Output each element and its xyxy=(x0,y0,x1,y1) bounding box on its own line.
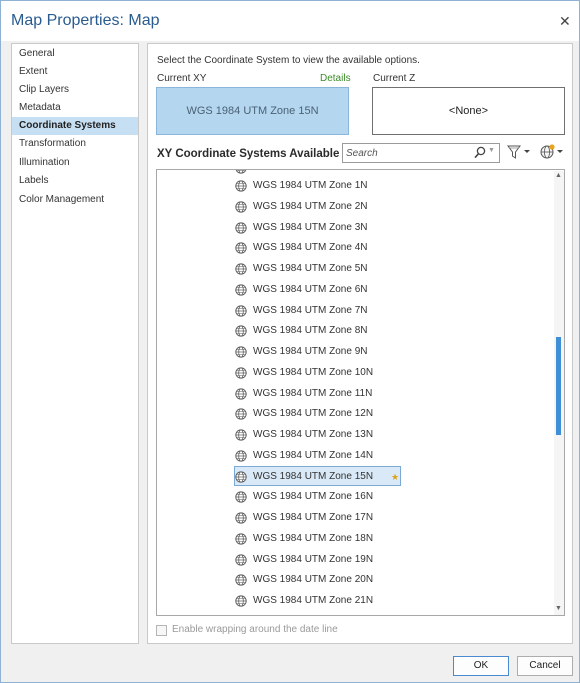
list-item[interactable]: WGS 1984 UTM Zone 3N xyxy=(235,218,395,238)
globe-icon xyxy=(235,595,247,615)
ok-button[interactable]: OK xyxy=(453,656,509,676)
list-item[interactable]: WGS 1984 UTM Zone 16N xyxy=(235,487,395,507)
wrap-date-line-label: Enable wrapping around the date line xyxy=(172,624,338,635)
scroll-down-icon[interactable]: ▼ xyxy=(555,605,562,612)
list-item-label: WGS 1984 UTM Zone 7N xyxy=(253,305,368,316)
list-item[interactable]: WGS 1984 UTM Zone 18N xyxy=(235,529,395,549)
list-item[interactable]: WGS 1984 UTM Zone 12N xyxy=(235,404,395,424)
search-dropdown-icon[interactable]: ▼ xyxy=(488,147,495,154)
instruction-text: Select the Coordinate System to view the… xyxy=(157,55,420,66)
current-xy-label: Current XY xyxy=(157,73,207,84)
list-item[interactable]: WGS 1984 UTM Zone 1N xyxy=(235,176,395,196)
list-item-label: WGS 1984 UTM Zone 21N xyxy=(253,595,374,606)
filter-icon xyxy=(507,145,521,159)
list-item-label: WGS 1984 UTM Zone 18N xyxy=(253,533,374,544)
list-item-label: WGS 1984 UTM Zone 8N xyxy=(253,325,368,336)
vertical-scrollbar[interactable]: ▲ ▼ xyxy=(554,171,564,615)
list-item-label: WGS 1984 UTM Zone 10N xyxy=(253,367,374,378)
chevron-down-icon xyxy=(524,150,530,153)
scroll-up-icon[interactable]: ▲ xyxy=(555,172,562,179)
list-item[interactable]: WGS 1984 UTM Zone 21N xyxy=(235,591,395,611)
xy-available-title: XY Coordinate Systems Available xyxy=(157,148,340,160)
cancel-button[interactable]: Cancel xyxy=(517,656,573,676)
wrap-date-line-checkbox[interactable] xyxy=(156,625,167,636)
search-input[interactable] xyxy=(346,146,466,160)
list-item[interactable]: WGS 1984 UTM Zone 10N xyxy=(235,363,395,383)
list-item-label: WGS 1984 UTM Zone 5N xyxy=(253,263,368,274)
list-item[interactable]: WGS 1984 UTM Zone 6N xyxy=(235,280,395,300)
list-item[interactable]: WGS 1984 UTM Zone 2N xyxy=(235,197,395,217)
list-item-label: WGS 1984 UTM Zone 11N xyxy=(253,388,373,399)
list-item-label: WGS 1984 UTM Zone 14N xyxy=(253,450,374,461)
list-item-label: WGS 1984 UTM Zone 16N xyxy=(253,491,374,502)
search-box: ▼ xyxy=(342,143,500,163)
filter-button[interactable] xyxy=(505,142,533,162)
list-item[interactable]: WGS 1984 UTM Zone 17N xyxy=(235,508,395,528)
sidebar-item-labels[interactable]: Labels xyxy=(12,172,138,190)
list-item[interactable]: WGS 1984 UTM Zone 14N xyxy=(235,446,395,466)
list-item[interactable]: WGS 1984 UTM Zone 13N xyxy=(235,425,395,445)
list-item-label: WGS 1984 UTM Zone 6N xyxy=(253,284,368,295)
list-item[interactable]: WGS 1984 UTM Zone 11N xyxy=(235,384,395,404)
favorite-star-icon[interactable]: ★ xyxy=(391,467,399,487)
list-item-label: WGS 1984 UTM Zone 15N xyxy=(253,471,374,482)
list-item[interactable]: WGS 1984 UTM Zone 5N xyxy=(235,259,395,279)
list-item-label: WGS 1984 UTM Zone 20N xyxy=(253,574,374,585)
list-item-label: WGS 1984 UTM Zone 12N xyxy=(253,408,374,419)
list-item-label: WGS 1984 UTM Zone 4N xyxy=(253,242,368,253)
sidebar-item-general[interactable]: General xyxy=(12,45,138,63)
list-item-label: WGS 1984 UTM Zone 3N xyxy=(253,222,368,233)
title-bar: Map Properties: Map ✕ xyxy=(1,1,579,41)
list-item[interactable]: WGS 1984 UTM Zone 19N xyxy=(235,550,395,570)
details-link[interactable]: Details xyxy=(320,73,351,84)
list-item[interactable]: WGS 1984 UTM Zone 20N xyxy=(235,570,395,590)
list-item[interactable]: WGS 1984 UTM Zone 9N xyxy=(235,342,395,362)
sidebar: General Extent Clip Layers Metadata Coor… xyxy=(11,43,139,644)
coordinate-systems-panel: Select the Coordinate System to view the… xyxy=(147,43,573,644)
list-item-label: WGS 1984 UTM Zone 17N xyxy=(253,512,374,523)
sidebar-item-illumination[interactable]: Illumination xyxy=(12,154,138,172)
current-xy-box[interactable]: WGS 1984 UTM Zone 15N xyxy=(156,87,349,135)
chevron-down-icon xyxy=(557,150,563,153)
add-coordinate-system-button[interactable] xyxy=(538,142,566,162)
sidebar-item-color-management[interactable]: Color Management xyxy=(12,191,138,209)
current-z-label: Current Z xyxy=(373,73,416,84)
coordinate-system-list[interactable]: WGS 1984 UTM Zone 1N WGS 1984 UTM Zone 2N… xyxy=(156,169,565,616)
list-item-label: WGS 1984 UTM Zone 1N xyxy=(253,180,368,191)
sidebar-item-clip-layers[interactable]: Clip Layers xyxy=(12,81,138,99)
list-item-label: WGS 1984 UTM Zone 9N xyxy=(253,346,368,357)
list-item-label: WGS 1984 UTM Zone 19N xyxy=(253,554,374,565)
map-properties-dialog: Map Properties: Map ✕ General Extent Cli… xyxy=(0,0,580,683)
close-icon[interactable]: ✕ xyxy=(559,13,571,30)
list-item[interactable]: WGS 1984 UTM Zone 8N xyxy=(235,321,395,341)
current-z-box[interactable]: <None> xyxy=(372,87,565,135)
list-item[interactable]: WGS 1984 UTM Zone 4N xyxy=(235,238,395,258)
search-icon[interactable] xyxy=(474,146,486,162)
list-item[interactable]: WGS 1984 UTM Zone 7N xyxy=(235,301,395,321)
sidebar-item-metadata[interactable]: Metadata xyxy=(12,99,138,117)
scroll-thumb[interactable] xyxy=(556,337,561,435)
list-item-label: WGS 1984 UTM Zone 2N xyxy=(253,201,368,212)
globe-add-icon xyxy=(540,144,555,159)
list-item-selected[interactable]: WGS 1984 UTM Zone 15N ★ xyxy=(234,466,401,486)
sidebar-item-coordinate-systems[interactable]: Coordinate Systems xyxy=(12,117,138,135)
sidebar-item-extent[interactable]: Extent xyxy=(12,63,138,81)
sidebar-item-transformation[interactable]: Transformation xyxy=(12,135,138,153)
list-item-label: WGS 1984 UTM Zone 13N xyxy=(253,429,374,440)
dialog-title: Map Properties: Map xyxy=(11,12,160,29)
